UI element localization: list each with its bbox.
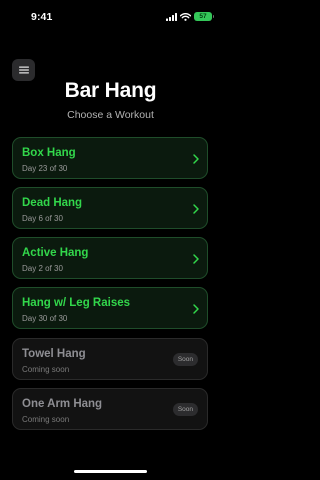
status-time: 9:41 <box>31 11 53 23</box>
menu-button[interactable] <box>12 59 35 81</box>
workout-card-active-hang[interactable]: Active Hang Day 2 of 30 <box>12 237 208 279</box>
workout-title: Box Hang <box>22 147 76 159</box>
workout-status: Coming soon <box>22 415 70 424</box>
workout-card-box-hang[interactable]: Box Hang Day 23 of 30 <box>12 137 208 179</box>
chevron-right-icon <box>193 254 199 264</box>
workout-progress: Day 2 of 30 <box>22 264 63 273</box>
cellular-signal-icon <box>166 12 177 21</box>
coming-soon-badge: Soon <box>172 353 198 366</box>
workout-title: One Arm Hang <box>22 398 103 410</box>
workout-progress: Day 6 of 30 <box>22 214 63 223</box>
hamburger-menu-icon <box>18 66 29 74</box>
battery-level: 57 <box>199 13 207 20</box>
workout-title: Active Hang <box>22 247 89 259</box>
status-icons: 57 <box>166 12 214 21</box>
workout-title: Dead Hang <box>22 197 83 209</box>
chevron-right-icon <box>193 154 199 164</box>
workout-card-one-arm-hang: One Arm Hang Coming soon Soon <box>12 388 208 430</box>
battery-icon: 57 <box>194 12 214 21</box>
workout-progress: Day 23 of 30 <box>22 164 68 173</box>
chevron-right-icon <box>193 204 199 214</box>
workout-card-hang-leg-raises[interactable]: Hang w/ Leg Raises Day 30 of 30 <box>12 287 208 329</box>
wifi-icon <box>180 12 191 21</box>
status-bar: 9:41 57 <box>0 0 221 34</box>
workout-card-dead-hang[interactable]: Dead Hang Day 6 of 30 <box>12 187 208 229</box>
workout-status: Coming soon <box>22 365 70 374</box>
workout-progress: Day 30 of 30 <box>22 314 68 323</box>
page-title: Bar Hang <box>64 79 157 102</box>
coming-soon-badge: Soon <box>172 403 198 416</box>
home-indicator[interactable] <box>74 470 147 473</box>
page-subtitle: Choose a Workout <box>67 109 154 121</box>
chevron-right-icon <box>193 304 199 314</box>
workout-title: Hang w/ Leg Raises <box>22 297 131 309</box>
workout-card-towel-hang: Towel Hang Coming soon Soon <box>12 338 208 380</box>
workout-title: Towel Hang <box>22 348 86 360</box>
